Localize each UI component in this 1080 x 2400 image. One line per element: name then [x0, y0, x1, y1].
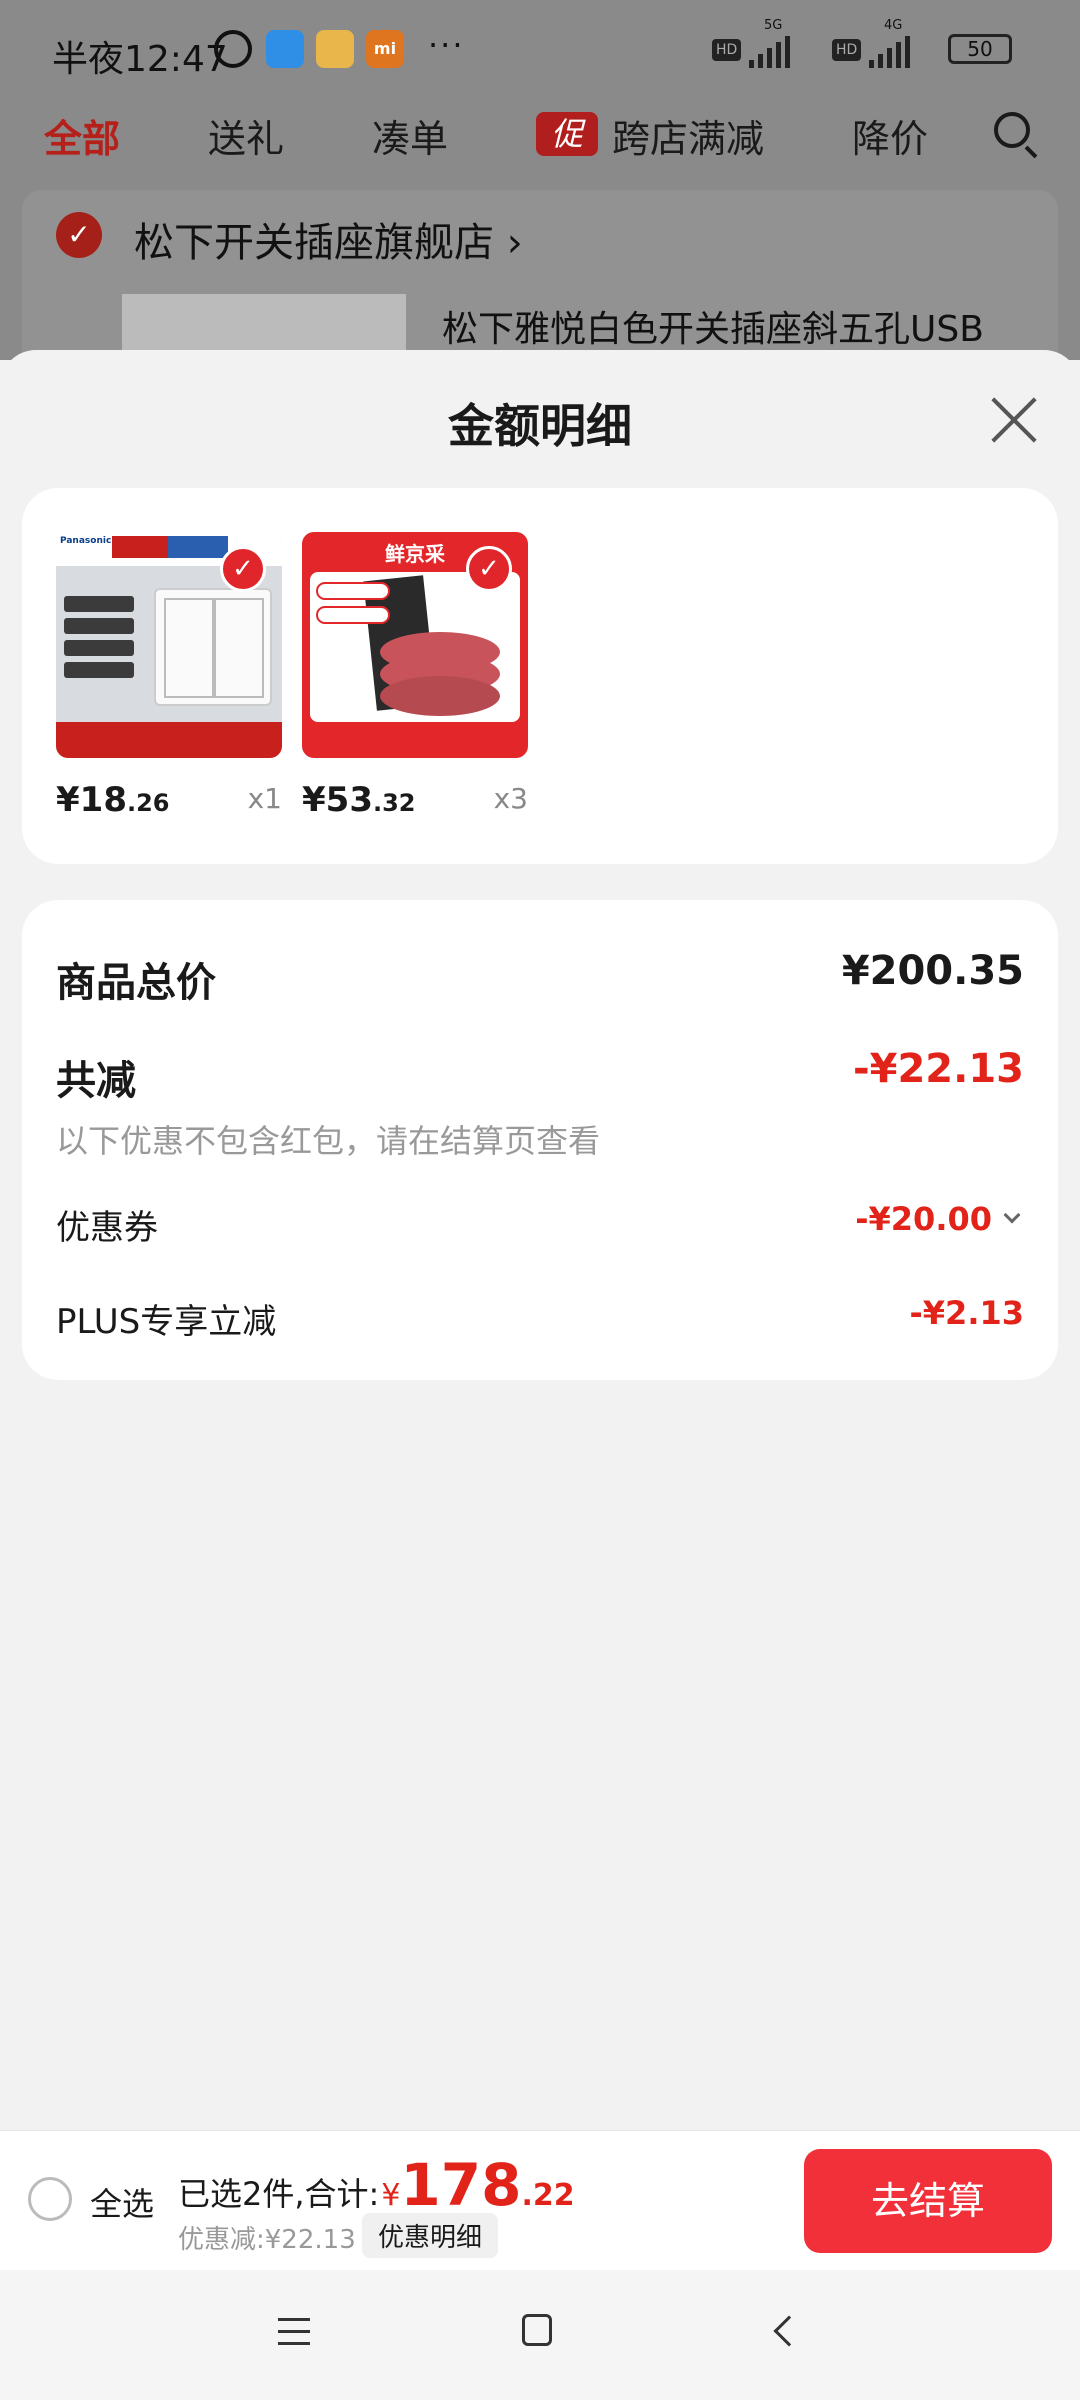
- price-integer: ¥18: [56, 780, 127, 820]
- signal-2: HD 4G: [832, 18, 911, 68]
- store-name-label: 松下开关插座旗舰店: [134, 220, 494, 266]
- image-footer: [56, 722, 282, 758]
- price-decimal: .32: [372, 789, 416, 817]
- signal-bar-icon: [869, 60, 875, 68]
- product-checked-icon[interactable]: ✓: [220, 546, 266, 592]
- feature-pill: [316, 606, 390, 624]
- image-feature-list: [64, 596, 134, 696]
- image-inner: [310, 572, 520, 722]
- select-all-label[interactable]: 全选: [90, 2179, 154, 2225]
- promo-badge: 促: [536, 112, 598, 156]
- tab-price-drop[interactable]: 降价: [852, 108, 928, 163]
- product-price: ¥18.26: [56, 780, 170, 820]
- total-price-label: 商品总价: [56, 960, 216, 1006]
- price-integer: ¥53: [302, 780, 373, 820]
- status-time: 半夜12:47: [52, 39, 228, 80]
- image-tag: [112, 536, 168, 558]
- signal-1: HD 5G: [712, 18, 791, 68]
- app-notification-icon: [266, 30, 304, 68]
- product-price: ¥53.32: [302, 780, 416, 820]
- select-all-radio[interactable]: [28, 2177, 72, 2221]
- price-breakdown-card: 商品总价 ¥200.35 共减 -¥22.13 以下优惠不包含红包，请在结算页查…: [22, 900, 1058, 1380]
- close-icon[interactable]: [988, 390, 1040, 442]
- checkout-button[interactable]: 去结算: [804, 2149, 1052, 2253]
- signal-bar-icon: [767, 48, 773, 68]
- signal-bar-icon: [785, 36, 791, 68]
- signal-bar-icon: [878, 54, 884, 68]
- plus-discount-label: PLUS专享立减: [56, 1302, 277, 1342]
- meat-product-image: 鲜京采 ✓: [302, 532, 528, 758]
- switch-product-image: Panasonic ✓: [56, 532, 282, 758]
- hd-badge: HD: [832, 39, 862, 61]
- amount-detail-sheet: 金额明细 Panasonic ✓ ¥18.26 x1 鲜京采 ✓ ¥53.32 …: [0, 350, 1080, 2130]
- battery-icon: 50: [948, 34, 1012, 64]
- sheet-title: 金额明细: [448, 399, 632, 453]
- chevron-down-icon: [1003, 1206, 1021, 1224]
- system-nav-bar: [0, 2270, 1080, 2400]
- total-price-value: ¥200.35: [841, 948, 1024, 994]
- total-summary: 已选2件,合计: ¥ 178 .22: [178, 2151, 575, 2219]
- total-reduction-value: -¥22.13: [853, 1046, 1024, 1092]
- signal-bar-icon: [896, 42, 902, 68]
- product-checked-icon[interactable]: ✓: [466, 546, 512, 592]
- signal-bar-icon: [887, 48, 893, 68]
- home-icon[interactable]: [522, 2314, 552, 2346]
- plus-discount-value: -¥2.13: [909, 1294, 1025, 1332]
- signal-bar-icon: [749, 60, 755, 68]
- hd-badge: HD: [712, 39, 742, 61]
- product-title: 松下雅悦白色开关插座斜五孔USB: [442, 309, 984, 350]
- discount-detail-button[interactable]: 优惠明细: [362, 2213, 499, 2258]
- panasonic-logo: Panasonic: [60, 536, 112, 546]
- price-decimal: .26: [126, 789, 170, 817]
- tab-cross-store-discount[interactable]: 跨店满减: [612, 108, 764, 163]
- coupon-value[interactable]: -¥20.00: [855, 1200, 1021, 1238]
- discount-amount: 优惠减:¥22.13: [178, 2225, 356, 2255]
- image-tag: [168, 536, 228, 558]
- chevron-right-icon: ›: [506, 220, 523, 266]
- status-bar: 半夜12:47 mi ··· HD 5G HD 4G 50: [0, 0, 1080, 100]
- more-notifications-icon: ···: [428, 26, 465, 64]
- discount-note: 以下优惠不包含红包，请在结算页查看: [56, 1122, 601, 1160]
- store-checked-icon[interactable]: ✓: [56, 212, 102, 258]
- checkout-bar: 全选 已选2件,合计: ¥ 178 .22 优惠减:¥22.13 优惠明细 去结…: [0, 2130, 1080, 2270]
- signal-bar-icon: [905, 36, 911, 68]
- back-icon[interactable]: [773, 2315, 805, 2347]
- signal-bar-icon: [758, 54, 764, 68]
- total-decimal: .22: [521, 2178, 575, 2213]
- total-integer: 178: [400, 2151, 522, 2219]
- mi-icon: mi: [366, 30, 404, 68]
- patty-graphic: [380, 676, 500, 716]
- product-quantity: x1: [247, 782, 282, 815]
- background-page: 半夜12:47 mi ··· HD 5G HD 4G 50 全部 送礼 凑单 促…: [0, 0, 1080, 390]
- weibo-icon: [316, 30, 354, 68]
- search-icon[interactable]: [994, 112, 1030, 148]
- switch-plate-graphic: [154, 588, 272, 706]
- feature-pill: [316, 582, 390, 600]
- menu-icon[interactable]: [278, 2318, 310, 2346]
- signal-bar-icon: [776, 42, 782, 68]
- network-type-2: 4G: [884, 18, 903, 33]
- store-name[interactable]: 松下开关插座旗舰店 ›: [134, 210, 523, 268]
- selected-products-card: Panasonic ✓ ¥18.26 x1 鲜京采 ✓ ¥53.32 x3: [22, 488, 1058, 864]
- currency-symbol: ¥: [381, 2178, 401, 2213]
- tab-gift[interactable]: 送礼: [208, 108, 284, 163]
- filter-tabs: 全部 送礼 凑单 促 跨店满减 降价: [0, 108, 1080, 168]
- coupon-amount: -¥20.00: [855, 1200, 992, 1238]
- selected-count-label: 已选2件,合计:: [178, 2175, 380, 2213]
- product-thumbnail: [122, 294, 406, 354]
- network-type-1: 5G: [764, 18, 783, 33]
- coupon-label: 优惠券: [56, 1208, 158, 1248]
- total-reduction-label: 共减: [56, 1058, 136, 1104]
- tab-all[interactable]: 全部: [44, 108, 120, 163]
- alarm-icon: [214, 30, 252, 68]
- tab-combine[interactable]: 凑单: [372, 108, 448, 163]
- product-quantity: x3: [493, 782, 528, 815]
